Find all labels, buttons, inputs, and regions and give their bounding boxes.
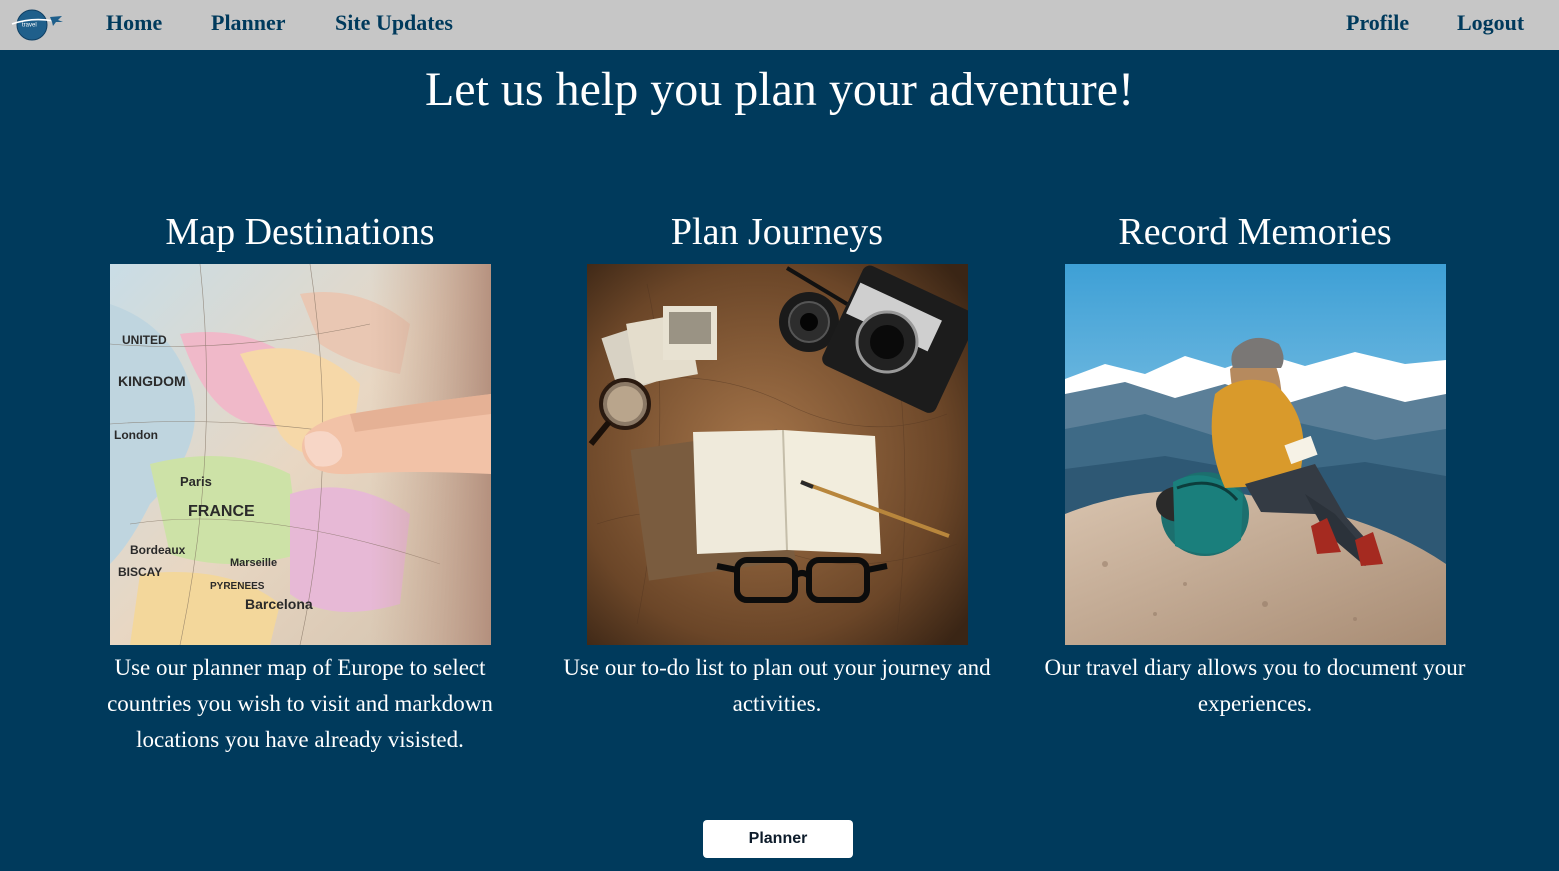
nav-profile-link[interactable]: Profile	[1346, 10, 1409, 36]
feature-plan-journeys: Plan Journeys Use our to-do list to plan…	[557, 206, 997, 716]
svg-text:travel: travel	[22, 23, 37, 29]
page-title: Let us help you plan your adventure!	[424, 63, 1135, 116]
nav-logout-link[interactable]: Logout	[1457, 10, 1524, 36]
notebook-camera-glasses-on-map-photo	[587, 264, 968, 645]
feature-map-destinations: Map Destinations UNITED KINGDOM London P…	[80, 206, 520, 752]
svg-text:PYRENEES: PYRENEES	[210, 581, 265, 592]
feature-description: Use our to-do list to plan out your jour…	[563, 655, 991, 716]
svg-text:UNITED: UNITED	[122, 333, 167, 347]
feature-description: Use our planner map of Europe to select …	[107, 655, 493, 752]
svg-text:FRANCE: FRANCE	[188, 503, 255, 520]
airplane-globe-logo-icon[interactable]: travel	[10, 8, 64, 42]
feature-title: Plan Journeys	[670, 211, 884, 253]
top-navbar: travel Home Planner Site Updates Profile…	[0, 0, 1559, 50]
hiker-writing-on-mountain-photo	[1065, 264, 1446, 645]
svg-text:Paris: Paris	[180, 474, 212, 489]
svg-text:London: London	[114, 428, 158, 442]
feature-title: Record Memories	[1118, 211, 1392, 253]
feature-title: Map Destinations	[165, 211, 435, 253]
svg-text:Barcelona: Barcelona	[245, 596, 313, 612]
nav-home-link[interactable]: Home	[106, 10, 162, 36]
svg-text:Bordeaux: Bordeaux	[130, 543, 186, 557]
svg-text:KINGDOM: KINGDOM	[118, 373, 186, 389]
feature-description: Our travel diary allows you to document …	[1044, 655, 1466, 716]
svg-text:BISCAY: BISCAY	[118, 565, 162, 579]
nav-planner-link[interactable]: Planner	[211, 10, 286, 36]
svg-text:Marseille: Marseille	[230, 557, 277, 569]
feature-record-memories: Record Memories Our travel diary allows …	[1035, 206, 1475, 716]
planner-button[interactable]: Planner	[703, 820, 853, 858]
europe-map-with-finger-photo: UNITED KINGDOM London Paris FRANCE Borde…	[110, 264, 491, 645]
nav-site-updates-link[interactable]: Site Updates	[335, 10, 453, 36]
